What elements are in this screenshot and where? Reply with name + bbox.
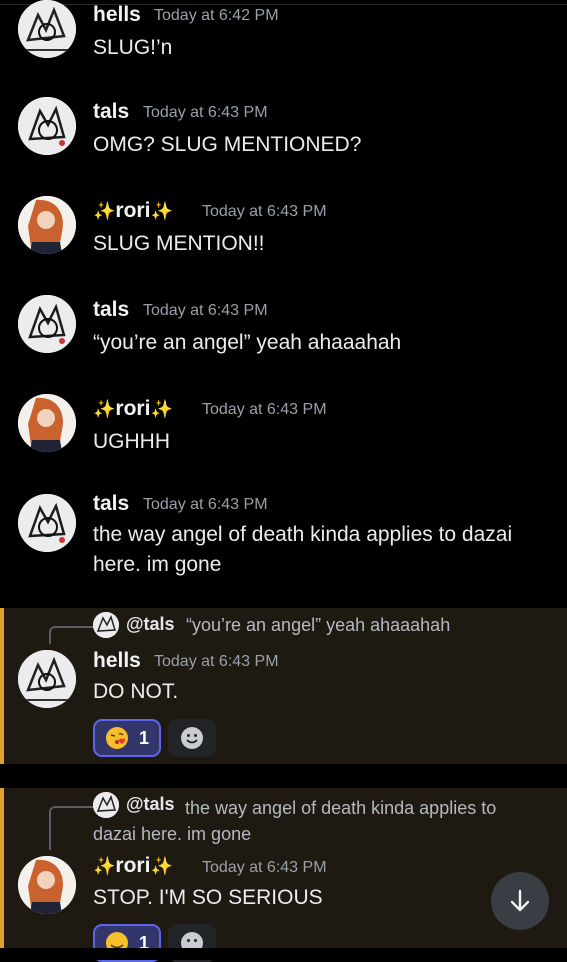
timestamp: Today at 6:42 PM bbox=[154, 7, 279, 24]
reply-preview[interactable]: “you’re an angel” yeah ahaaahah bbox=[186, 615, 450, 636]
top-divider bbox=[0, 4, 567, 5]
author-name[interactable]: tals bbox=[93, 298, 129, 322]
reaction-kiss[interactable]: 1 bbox=[93, 719, 161, 757]
highlighted-message[interactable]: @tals the way angel of death kinda appli… bbox=[0, 788, 567, 962]
reply-avatar bbox=[93, 612, 119, 638]
reply-preview[interactable]: the way angel of death kinda applies to … bbox=[93, 795, 537, 847]
kiss-emoji-icon bbox=[105, 727, 128, 749]
timestamp: Today at 6:43 PM bbox=[143, 302, 268, 319]
avatar-tals[interactable] bbox=[18, 97, 76, 155]
author-name[interactable]: tals bbox=[93, 100, 129, 124]
timestamp: Today at 6:43 PM bbox=[202, 859, 327, 876]
avatar-tals[interactable] bbox=[18, 494, 76, 552]
avatar-hells[interactable] bbox=[18, 0, 76, 58]
author-name[interactable]: tals bbox=[93, 492, 129, 516]
timestamp: Today at 6:43 PM bbox=[143, 104, 268, 121]
highlighted-message[interactable]: @tals “you’re an angel” yeah ahaaahah he… bbox=[0, 608, 567, 764]
reply-connector bbox=[49, 626, 97, 644]
message-text: SLUG MENTION!! bbox=[93, 232, 265, 255]
message-text: STOP. I'M SO SERIOUS bbox=[93, 886, 323, 909]
timestamp: Today at 6:43 PM bbox=[143, 496, 268, 513]
timestamp: Today at 6:43 PM bbox=[202, 203, 327, 220]
author-name[interactable]: ✨rori✨ bbox=[93, 397, 173, 421]
add-reaction-button[interactable] bbox=[168, 719, 216, 757]
message-text: DO NOT. bbox=[93, 680, 179, 703]
author-name[interactable]: ✨rori✨ bbox=[93, 854, 173, 878]
avatar-hells[interactable] bbox=[18, 650, 76, 708]
reaction-count: 1 bbox=[138, 727, 149, 748]
author-name[interactable]: hells bbox=[93, 3, 141, 27]
message-text: the way angel of death kinda applies to … bbox=[93, 523, 513, 576]
message-text: UGHHH bbox=[93, 430, 170, 453]
scroll-to-bottom-button[interactable] bbox=[491, 872, 549, 930]
reply-mention[interactable]: @tals bbox=[126, 614, 175, 635]
smiley-plus-icon bbox=[181, 727, 203, 749]
message-text: SLUG!’n bbox=[93, 36, 173, 59]
avatar-rori[interactable] bbox=[18, 856, 76, 914]
message-text: “you’re an angel” yeah ahaaahah bbox=[93, 331, 402, 354]
avatar-tals[interactable] bbox=[18, 295, 76, 353]
message-text: OMG? SLUG MENTIONED? bbox=[93, 133, 362, 156]
author-name[interactable]: hells bbox=[93, 649, 141, 673]
reply-connector bbox=[49, 806, 97, 850]
author-name[interactable]: ✨rori✨ bbox=[93, 199, 173, 223]
avatar-rori[interactable] bbox=[18, 196, 76, 254]
timestamp: Today at 6:43 PM bbox=[202, 401, 327, 418]
arrow-down-icon bbox=[510, 889, 530, 912]
avatar-rori[interactable] bbox=[18, 394, 76, 452]
timestamp: Today at 6:43 PM bbox=[154, 653, 279, 670]
bottom-edge bbox=[0, 948, 567, 960]
